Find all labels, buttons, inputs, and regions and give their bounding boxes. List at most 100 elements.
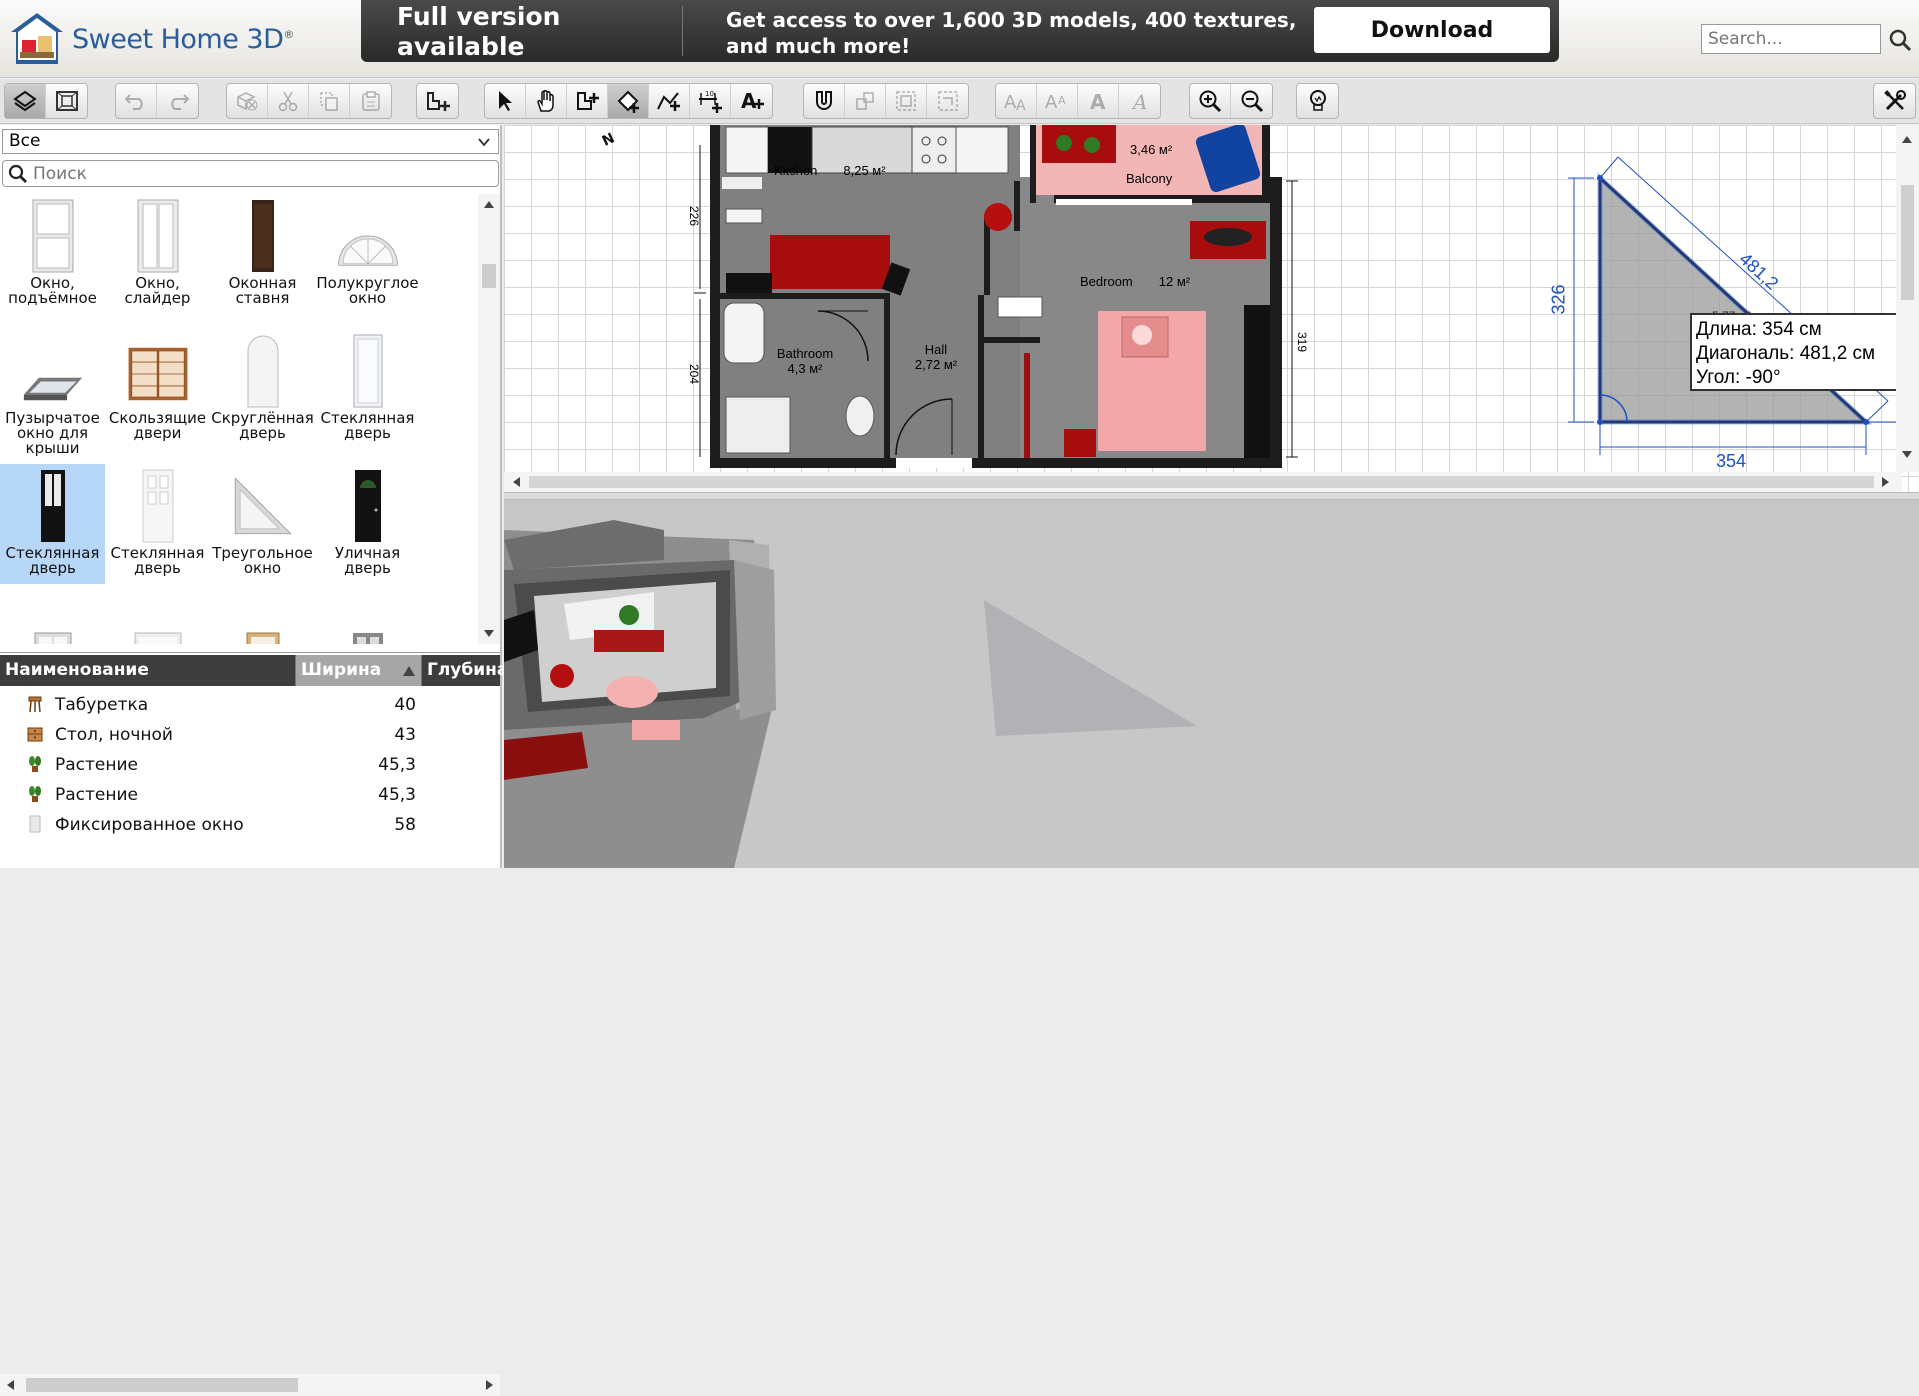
furniture-list-scroll-thumb[interactable] [26, 1378, 298, 1392]
catalog-search-field[interactable] [2, 160, 499, 187]
preferences-button[interactable] [1874, 84, 1915, 118]
pan-tool-button[interactable] [526, 84, 567, 118]
plan-horizontal-scroll-thumb[interactable] [529, 476, 1874, 488]
increase-text-button[interactable]: AA [996, 84, 1037, 118]
furniture-list-header: Наименование Ширина Глубина [0, 655, 508, 686]
window-thumbnail-icon [337, 601, 399, 644]
table-row[interactable]: Табуретка 40 [0, 689, 500, 719]
tools-icon [1883, 90, 1906, 111]
furniture-catalog-panel: Все Окно, подъёмное Окно, слайдер Оконна… [0, 125, 508, 1396]
download-button[interactable]: Download [1314, 7, 1550, 53]
plan-vertical-scrollbar[interactable] [1896, 125, 1919, 472]
group-button[interactable] [845, 84, 886, 118]
scroll-up-icon [1902, 136, 1912, 143]
column-header-depth[interactable]: Глубина [422, 655, 508, 686]
create-walls-button[interactable] [567, 84, 608, 118]
plan-3d-view-button[interactable] [5, 84, 46, 118]
catalog-scroll-thumb[interactable] [482, 264, 496, 288]
catalog-item[interactable]: Пузырчатое окно для крыши [0, 329, 105, 456]
catalog-item[interactable]: Скользящие двери [105, 329, 210, 449]
flip-button[interactable] [927, 84, 968, 118]
delete-icon [236, 92, 258, 111]
catalog-item[interactable]: Оконная ставня [210, 194, 315, 314]
magnet-button[interactable] [804, 84, 845, 118]
window-thumbnail-icon [127, 196, 189, 274]
create-polylines-button[interactable] [649, 84, 690, 118]
copy-button[interactable] [309, 84, 350, 118]
table-row[interactable]: Растение 45,3 [0, 779, 500, 809]
furniture-list-scrollbar[interactable] [0, 1374, 500, 1396]
room-drawing-tooltip: Длина: 354 см Диагональ: 481,2 см Угол: … [1690, 313, 1912, 391]
table-row[interactable]: Стол, ночной 43 [0, 719, 500, 749]
increase-text-icon: AA [1004, 92, 1026, 112]
undo-icon [124, 94, 143, 110]
catalog-item[interactable] [105, 599, 210, 644]
room-area: 4,3 м² [787, 361, 823, 376]
3d-view[interactable] [504, 500, 1919, 868]
bold-text-button[interactable]: A [1078, 84, 1119, 118]
compass-icon: N [582, 125, 630, 150]
select-tool-button[interactable] [485, 84, 526, 118]
catalog-item[interactable] [210, 599, 315, 644]
cut-button[interactable] [268, 84, 309, 118]
catalog-item[interactable]: Скруглённая дверь [210, 329, 315, 449]
zoom-in-button[interactable] [1190, 84, 1231, 118]
plan-view[interactable]: N Kitchen 8,25 м² 3,46 м² Balcony Bedroo… [504, 125, 1919, 492]
zoom-group [1189, 83, 1273, 119]
app-logo[interactable]: Sweet Home 3D® [8, 8, 294, 70]
catalog-item[interactable]: Стеклянная дверь [105, 464, 210, 584]
dimension-label: 204 [687, 363, 702, 385]
catalog-item[interactable]: Стеклянная дверь [315, 329, 420, 449]
paste-button[interactable] [350, 84, 391, 118]
decrease-text-button[interactable]: AA [1037, 84, 1078, 118]
scroll-right-icon [486, 1380, 493, 1390]
tooltip-diagonal: Диагональ: 481,2 см [1696, 343, 1876, 364]
italic-text-button[interactable]: A [1119, 84, 1160, 118]
add-furniture-icon [426, 92, 450, 111]
catalog-item-selected[interactable]: Стеклянная дверь [0, 464, 105, 584]
search-icon[interactable] [1888, 28, 1912, 52]
catalog-item[interactable] [315, 599, 420, 644]
plan-horizontal-scrollbar[interactable] [504, 472, 1902, 492]
catalog-item[interactable]: Окно, подъёмное [0, 194, 105, 314]
room-name: Bedroom [1080, 274, 1133, 289]
catalog-item[interactable]: Окно, слайдер [105, 194, 210, 314]
column-header-name[interactable]: Наименование [0, 655, 296, 686]
promo-separator [682, 6, 683, 56]
promo-text: Get access to over 1,600 3D models, 400 … [726, 8, 1297, 58]
svg-text:A: A [741, 89, 757, 113]
virtual-visit-button[interactable] [46, 84, 87, 118]
category-select[interactable]: Все [2, 129, 499, 154]
catalog-item[interactable]: Треугольное окно [210, 464, 315, 584]
create-rooms-button[interactable] [608, 84, 649, 118]
ungroup-button[interactable] [886, 84, 927, 118]
search-input[interactable] [1701, 24, 1881, 54]
room-name: Bathroom [776, 346, 834, 361]
zoom-in-icon [1199, 90, 1222, 113]
row-name: Растение [55, 785, 138, 805]
undo-button[interactable] [116, 84, 157, 118]
column-header-width[interactable]: Ширина [296, 655, 422, 686]
room-label-kitchen: Kitchen 8,25 м² [774, 163, 886, 178]
create-photo-button[interactable] [1297, 84, 1338, 118]
catalog-item[interactable]: Полукруглое окно [315, 194, 420, 314]
zoom-out-button[interactable] [1231, 84, 1272, 118]
create-dimensions-button[interactable]: 10 [690, 84, 731, 118]
catalog-item[interactable] [0, 599, 105, 644]
room-name: Kitchen [774, 163, 818, 178]
table-row[interactable] [0, 839, 500, 853]
table-row[interactable]: Растение 45,3 [0, 749, 500, 779]
plan-vertical-scroll-thumb[interactable] [1901, 185, 1914, 300]
table-row[interactable]: Фиксированное окно 58 [0, 809, 500, 839]
add-furniture-button[interactable] [417, 84, 458, 118]
category-select-value: Все [9, 131, 41, 151]
svg-text:A: A [1045, 92, 1058, 112]
bold-text-icon: A [1090, 90, 1106, 112]
redo-button[interactable] [157, 84, 198, 118]
delete-button[interactable] [227, 84, 268, 118]
split-pane-divider[interactable] [504, 492, 1919, 500]
add-text-button[interactable]: A [731, 84, 772, 118]
catalog-item[interactable]: Уличная дверь [315, 464, 420, 584]
catalog-search-input[interactable] [33, 163, 483, 184]
catalog-scrollbar[interactable] [478, 194, 500, 644]
